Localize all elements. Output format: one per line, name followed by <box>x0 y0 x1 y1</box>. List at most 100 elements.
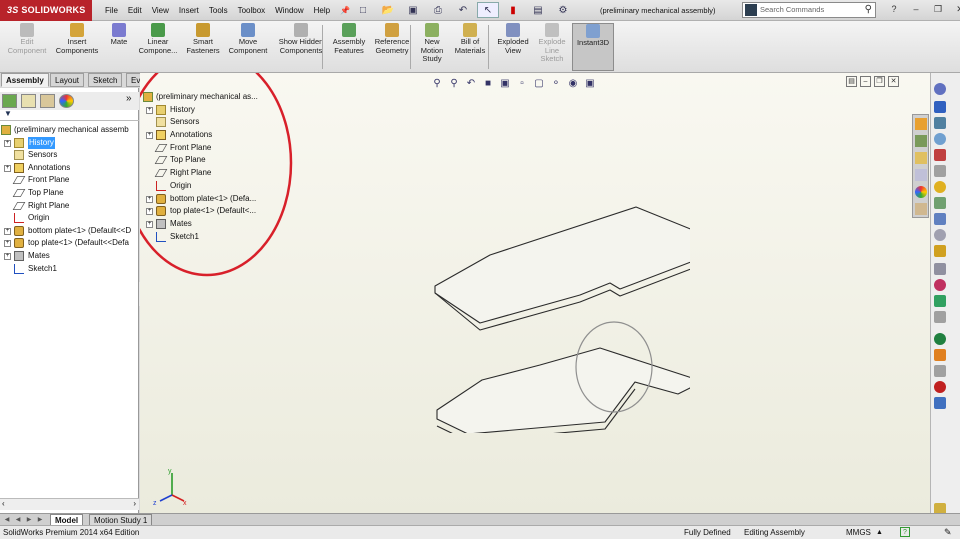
menu-toolbox[interactable]: Toolbox <box>233 0 271 21</box>
task-tool-17-icon[interactable] <box>934 349 946 361</box>
task-tool-20-icon[interactable] <box>934 397 946 409</box>
menu-view[interactable]: View <box>147 0 174 21</box>
explode-line-sketch-button[interactable]: Explode Line Sketch <box>535 23 569 64</box>
dynamic-annotation-icon[interactable]: ▣ <box>498 77 512 91</box>
horizontal-scrollbar[interactable]: ‹ › <box>0 498 139 510</box>
top-plate-part[interactable] <box>434 206 690 324</box>
tab-assembly[interactable]: Assembly <box>1 73 49 87</box>
graphics-area[interactable]: ⚲ ⚲ ↶ ■ ▣ ▫ ▢ ⚬ ◉ ▣ ▤ – ❐ ✕ (preliminary… <box>140 73 930 513</box>
expand-icon[interactable]: + <box>4 252 11 260</box>
scroll-right-icon[interactable]: › <box>133 499 136 508</box>
menu-edit[interactable]: Edit <box>123 0 147 21</box>
display-manager-tab-icon[interactable] <box>59 94 74 108</box>
tab-layout[interactable]: Layout <box>50 73 85 87</box>
tree-item-top-plane[interactable]: Top Plane <box>0 187 139 200</box>
expand-icon[interactable]: + <box>4 164 11 172</box>
reference-geometry-button[interactable]: Reference Geometry <box>371 23 413 55</box>
apply-scene-icon[interactable]: ▣ <box>583 77 597 91</box>
appearances-icon[interactable] <box>915 186 927 198</box>
select-pointer-icon[interactable]: ↖ <box>477 2 499 18</box>
task-tool-13-icon[interactable] <box>934 279 946 291</box>
tree-item-origin[interactable]: Origin <box>0 212 139 225</box>
prev-tab-icon[interactable]: ◀ <box>13 515 23 525</box>
tree-item-sensors[interactable]: Sensors <box>0 149 139 162</box>
tree-item-front-plane[interactable]: Front Plane <box>0 174 139 187</box>
expand-chevron-icon[interactable]: » <box>126 93 132 104</box>
viewport-tile-icon[interactable]: ▤ <box>846 76 857 87</box>
task-tool-19-icon[interactable] <box>934 381 946 393</box>
viewport-minimize-icon[interactable]: – <box>860 76 871 87</box>
task-tool-10-icon[interactable] <box>934 229 946 241</box>
undo-icon[interactable]: ↶ <box>452 2 474 18</box>
last-tab-icon[interactable]: ▶ <box>35 515 45 525</box>
hide-show-items-icon[interactable]: ⚬ <box>549 77 563 91</box>
linear-compone-button[interactable]: Linear Compone... <box>138 23 178 55</box>
open-folder-icon[interactable]: 📂 <box>377 2 399 18</box>
custom-properties-icon[interactable] <box>915 203 927 215</box>
unit-system-selector[interactable]: MMGS <box>846 526 871 539</box>
task-tool-16-icon[interactable] <box>934 333 946 345</box>
bill-of-materials-button[interactable]: Bill of Materials <box>452 23 488 55</box>
menu-help[interactable]: Help <box>309 0 335 21</box>
menu-insert[interactable]: Insert <box>174 0 204 21</box>
expand-icon[interactable]: + <box>4 227 11 235</box>
task-tool-12-icon[interactable] <box>934 263 946 275</box>
menu-file[interactable]: File <box>100 0 123 21</box>
design-library-icon[interactable] <box>915 135 927 147</box>
tree-item-right-plane[interactable]: Right Plane <box>0 200 139 213</box>
first-tab-icon[interactable]: ◀ <box>2 515 12 525</box>
exploded-view-button[interactable]: Exploded View <box>494 23 532 55</box>
assembly-features-button[interactable]: Assembly Features <box>330 23 368 55</box>
zoom-to-area-icon[interactable]: ⚲ <box>447 77 461 91</box>
show-hidden-components-button[interactable]: Show Hidden Components <box>276 23 326 55</box>
search-mode-icon[interactable] <box>745 4 757 16</box>
tree-item-top-plate[interactable]: + top plate<1> (Default<<Defa <box>0 237 139 250</box>
home-view-icon[interactable] <box>915 118 927 130</box>
rebuild-icon[interactable]: ▮ <box>502 2 524 18</box>
tree-filter[interactable]: ▼ <box>0 109 139 121</box>
restore-icon[interactable]: ❐ <box>928 2 948 17</box>
print-icon[interactable]: ⎙ <box>427 2 449 18</box>
options-gear-icon[interactable]: ⚙ <box>552 2 574 18</box>
feature-manager-tab-icon[interactable] <box>2 94 17 108</box>
help-status-icon[interactable]: ? <box>900 527 910 537</box>
view-orientation-icon[interactable]: ▫ <box>515 77 529 91</box>
tree-item-mates[interactable]: + Mates <box>0 250 139 263</box>
search-commands-field[interactable]: Search Commands ⚲ <box>742 2 876 18</box>
task-tool-6-icon[interactable] <box>934 165 946 177</box>
save-icon[interactable]: ▣ <box>402 2 424 18</box>
filter-icon[interactable]: ▼ <box>4 109 12 118</box>
task-tool-15-icon[interactable] <box>934 311 946 323</box>
tab-sketch[interactable]: Sketch <box>88 73 123 87</box>
property-manager-tab-icon[interactable] <box>21 94 36 108</box>
move-component-button[interactable]: Move Component <box>225 23 271 55</box>
task-tool-11-icon[interactable] <box>934 245 946 257</box>
task-tool-5-icon[interactable] <box>934 149 946 161</box>
search-icon[interactable]: ⚲ <box>865 3 872 17</box>
task-tool-3-icon[interactable] <box>934 117 946 129</box>
task-tool-14-icon[interactable] <box>934 295 946 307</box>
mate-button[interactable]: Mate <box>105 23 133 47</box>
menu-tools[interactable]: Tools <box>204 0 233 21</box>
viewport-restore-icon[interactable]: ❐ <box>874 76 885 87</box>
expand-icon[interactable]: + <box>4 240 11 248</box>
task-tool-9-icon[interactable] <box>934 213 946 225</box>
tree-item-annotations[interactable]: + Annotations <box>0 162 139 175</box>
scroll-left-icon[interactable]: ‹ <box>2 499 5 508</box>
new-motion-study-button[interactable]: New Motion Study <box>416 23 448 64</box>
edit-component-button[interactable]: Edit Component <box>4 23 50 55</box>
resize-grip-icon[interactable]: ✎ <box>944 526 952 539</box>
section-view-icon[interactable]: ■ <box>481 77 495 91</box>
task-tool-2-icon[interactable] <box>934 101 946 113</box>
assembly-model[interactable] <box>430 203 690 433</box>
minimize-icon[interactable]: – <box>906 2 926 17</box>
task-tool-7-icon[interactable] <box>934 181 946 193</box>
menu-window[interactable]: Window <box>270 0 308 21</box>
solidworks-logo[interactable]: 3S SOLIDWORKS <box>0 0 92 21</box>
smart-fasteners-button[interactable]: Smart Fasteners <box>184 23 222 55</box>
next-tab-icon[interactable]: ▶ <box>24 515 34 525</box>
tree-item-sketch1[interactable]: Sketch1 <box>0 263 139 276</box>
zoom-to-fit-icon[interactable]: ⚲ <box>430 77 444 91</box>
close-icon[interactable]: ✕ <box>950 2 960 17</box>
tree-item-history[interactable]: + History <box>0 136 139 150</box>
